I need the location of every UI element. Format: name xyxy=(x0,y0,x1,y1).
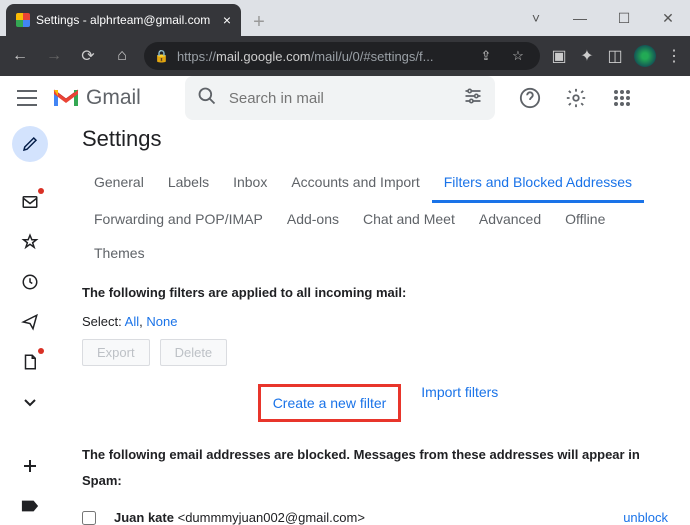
profile-avatar[interactable] xyxy=(634,45,656,67)
close-window-button[interactable]: ✕ xyxy=(646,0,690,36)
search-input[interactable] xyxy=(229,90,451,107)
tab-title: Settings - alphrteam@gmail.com xyxy=(36,13,217,27)
gmail-logo-icon xyxy=(52,87,80,109)
apps-grid-icon[interactable] xyxy=(611,87,633,109)
tab-advanced[interactable]: Advanced xyxy=(467,203,553,237)
search-box[interactable] xyxy=(185,76,495,120)
gear-icon xyxy=(16,13,30,27)
browser-tab[interactable]: Settings - alphrteam@gmail.com × xyxy=(6,4,241,36)
sidepanel-icon[interactable]: ◫ xyxy=(606,47,624,65)
notification-dot-icon xyxy=(38,188,44,194)
url-text: https://mail.google.com/mail/u/0/#settin… xyxy=(177,49,466,64)
import-filters-link[interactable]: Import filters xyxy=(421,384,498,422)
select-all-link[interactable]: All xyxy=(125,314,139,329)
back-button[interactable]: ← xyxy=(8,44,32,68)
tab-add-ons[interactable]: Add-ons xyxy=(275,203,351,237)
sidebar-starred[interactable] xyxy=(12,224,48,260)
sidebar-inbox[interactable] xyxy=(12,184,48,220)
browser-toolbar: ← → ⟳ ⌂ 🔒 https://mail.google.com/mail/u… xyxy=(0,36,690,76)
select-row: Select: All, None xyxy=(82,314,674,329)
settings-tabs: GeneralLabelsInboxAccounts and ImportFil… xyxy=(82,166,674,271)
notification-dot-icon xyxy=(38,348,44,354)
forward-button: → xyxy=(42,44,66,68)
extension-icon[interactable]: ▣ xyxy=(550,47,568,65)
tab-general[interactable]: General xyxy=(82,166,156,203)
sidebar-more[interactable] xyxy=(12,384,48,420)
blocked-checkbox[interactable] xyxy=(82,511,96,525)
extension-puzzle-icon[interactable]: ✦ xyxy=(578,47,596,65)
gmail-logo[interactable]: Gmail xyxy=(52,86,141,110)
address-bar[interactable]: 🔒 https://mail.google.com/mail/u/0/#sett… xyxy=(144,42,540,70)
page-title: Settings xyxy=(82,126,674,152)
select-none-link[interactable]: None xyxy=(146,314,177,329)
minimize-button[interactable]: — xyxy=(558,0,602,36)
lock-icon: 🔒 xyxy=(154,49,169,63)
filters-intro: The following filters are applied to all… xyxy=(82,285,674,300)
sidebar-new-label[interactable] xyxy=(12,448,48,484)
blocked-intro: The following email addresses are blocke… xyxy=(82,442,674,494)
sidebar xyxy=(0,120,60,525)
home-button[interactable]: ⌂ xyxy=(110,44,134,68)
chevron-down-icon[interactable]: ˅ xyxy=(514,0,558,36)
kebab-menu-icon[interactable]: ⋮ xyxy=(666,46,682,66)
star-icon[interactable]: ☆ xyxy=(506,44,530,68)
title-bar: Settings - alphrteam@gmail.com × + ˅ — ☐… xyxy=(0,0,690,36)
window-controls: ˅ — ☐ ✕ xyxy=(514,0,690,36)
sidebar-snoozed[interactable] xyxy=(12,264,48,300)
create-filter-link[interactable]: Create a new filter xyxy=(273,395,387,411)
tab-filters-and-blocked-addresses[interactable]: Filters and Blocked Addresses xyxy=(432,166,644,203)
tab-accounts-and-import[interactable]: Accounts and Import xyxy=(279,166,431,203)
new-tab-button[interactable]: + xyxy=(245,8,273,36)
search-icon xyxy=(197,86,217,111)
app-header: Gmail xyxy=(0,76,690,120)
maximize-button[interactable]: ☐ xyxy=(602,0,646,36)
sidebar-drafts[interactable] xyxy=(12,344,48,380)
tab-themes[interactable]: Themes xyxy=(82,237,157,271)
share-icon[interactable]: ⇪ xyxy=(474,44,498,68)
tab-inbox[interactable]: Inbox xyxy=(221,166,279,203)
tab-forwarding-and-pop-imap[interactable]: Forwarding and POP/IMAP xyxy=(82,203,275,237)
hamburger-icon[interactable] xyxy=(16,87,38,109)
help-icon[interactable] xyxy=(519,87,541,109)
product-name: Gmail xyxy=(86,86,141,110)
close-icon[interactable]: × xyxy=(223,12,231,28)
delete-button[interactable]: Delete xyxy=(160,339,228,366)
create-filter-highlight: Create a new filter xyxy=(258,384,402,422)
settings-gear-icon[interactable] xyxy=(565,87,587,109)
tab-offline[interactable]: Offline xyxy=(553,203,617,237)
reload-button[interactable]: ⟳ xyxy=(76,44,100,68)
tune-icon[interactable] xyxy=(463,87,483,110)
sidebar-sent[interactable] xyxy=(12,304,48,340)
sidebar-label-tag[interactable] xyxy=(12,488,48,524)
tab-chat-and-meet[interactable]: Chat and Meet xyxy=(351,203,467,237)
export-button[interactable]: Export xyxy=(82,339,150,366)
sidebar-compose[interactable] xyxy=(12,126,48,162)
tab-labels[interactable]: Labels xyxy=(156,166,221,203)
main-content: Settings GeneralLabelsInboxAccounts and … xyxy=(60,120,690,525)
